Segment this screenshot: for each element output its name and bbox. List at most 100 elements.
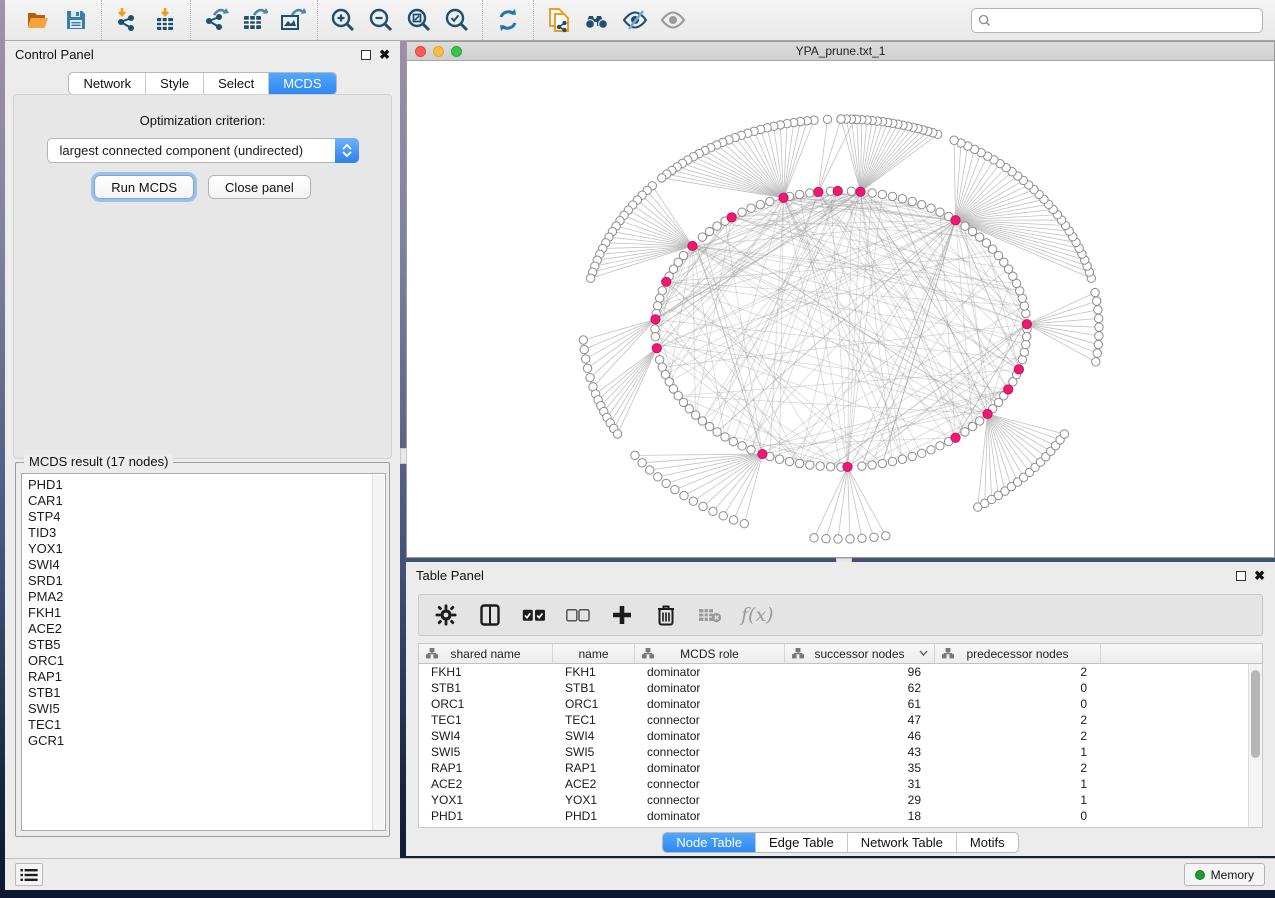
table-row[interactable]: TEC1TEC1connector472	[419, 712, 1262, 728]
add-icon[interactable]	[609, 602, 635, 628]
table-scrollbar[interactable]	[1248, 664, 1262, 828]
table-row[interactable]: ACE2ACE2connector311	[419, 776, 1262, 792]
tab-network-table[interactable]: Network Table	[847, 833, 956, 852]
open-file-icon[interactable]	[19, 4, 57, 36]
mcds-result-item[interactable]: RAP1	[28, 669, 385, 685]
memory-label: Memory	[1211, 868, 1254, 882]
criterion-dropdown[interactable]: largest connected component (undirected)	[47, 138, 359, 163]
mcds-result-item[interactable]: STP4	[28, 509, 385, 525]
table-cell: 2	[935, 761, 1101, 775]
table-cell: connector	[635, 713, 785, 727]
import-network-icon[interactable]	[108, 4, 146, 36]
table-row[interactable]: ORC1ORC1dominator610	[419, 696, 1262, 712]
close-panel-button[interactable]: Close panel	[208, 175, 311, 199]
first-neighbors-icon[interactable]	[578, 4, 616, 36]
run-mcds-button[interactable]: Run MCDS	[94, 175, 194, 199]
tab-motifs[interactable]: Motifs	[956, 833, 1018, 852]
mcds-result-item[interactable]: FKH1	[28, 605, 385, 621]
network-window-titlebar[interactable]: YPA_prune.txt_1	[407, 42, 1274, 61]
network-canvas[interactable]	[407, 61, 1274, 556]
table-row[interactable]: SWI4SWI4dominator462	[419, 728, 1262, 744]
show-all-icon[interactable]	[654, 4, 692, 36]
task-history-button[interactable]	[15, 863, 43, 886]
mcds-result-list[interactable]: PHD1CAR1STP4TID3YOX1SWI4SRD1PMA2FKH1ACE2…	[21, 473, 386, 831]
column-header-shared-name[interactable]: shared name	[419, 644, 553, 663]
split-view-icon[interactable]	[477, 602, 503, 628]
save-session-icon[interactable]	[57, 4, 95, 36]
memory-status-icon	[1195, 870, 1205, 880]
mcds-result-item[interactable]: STB1	[28, 685, 385, 701]
table-row[interactable]: SWI5SWI5connector431	[419, 744, 1262, 760]
clone-network-icon[interactable]	[540, 4, 578, 36]
column-header-MCDS-role[interactable]: MCDS role	[635, 644, 785, 663]
table-row[interactable]: FKH1FKH1dominator962	[419, 664, 1262, 680]
export-table-icon[interactable]	[235, 4, 273, 36]
tab-edge-table[interactable]: Edge Table	[755, 833, 847, 852]
import-table-icon[interactable]	[146, 4, 184, 36]
table-cell: ACE2	[553, 777, 635, 791]
close-panel-icon[interactable]: ✖	[379, 50, 390, 60]
tab-mcds[interactable]: MCDS	[268, 73, 335, 94]
mcds-result-item[interactable]: GCR1	[28, 733, 385, 749]
table-scrollbar-thumb[interactable]	[1251, 670, 1260, 758]
table-cell: YOX1	[419, 793, 553, 807]
table-row[interactable]: STB1STB1dominator620	[419, 680, 1262, 696]
float-panel-icon[interactable]	[361, 50, 371, 60]
export-image-icon[interactable]	[273, 4, 311, 36]
mcds-result-item[interactable]: PMA2	[28, 589, 385, 605]
export-network-icon[interactable]	[197, 4, 235, 36]
network-window: YPA_prune.txt_1	[406, 41, 1275, 558]
mcds-result-item[interactable]: PHD1	[28, 477, 385, 493]
mcds-result-item[interactable]: STB5	[28, 637, 385, 653]
dropdown-stepper-icon	[335, 138, 359, 163]
unselect-all-columns-icon[interactable]	[565, 602, 591, 628]
table-row[interactable]: YOX1YOX1connector291	[419, 792, 1262, 808]
network-graph[interactable]	[407, 61, 1274, 556]
hide-selected-icon[interactable]	[616, 4, 654, 36]
search-field-wrap	[971, 8, 1263, 33]
column-header-predecessor-nodes[interactable]: predecessor nodes	[935, 644, 1101, 663]
close-table-panel-icon[interactable]: ✖	[1254, 571, 1265, 581]
zoom-selected-icon[interactable]	[438, 4, 476, 36]
tab-select[interactable]: Select	[203, 73, 268, 94]
zoom-in-icon[interactable]	[324, 4, 362, 36]
function-builder-icon[interactable]: f(x)	[741, 604, 774, 626]
select-all-columns-icon[interactable]	[521, 602, 547, 628]
table-cell: SWI4	[419, 729, 553, 743]
float-table-panel-icon[interactable]	[1236, 571, 1246, 581]
zoom-fit-icon[interactable]	[400, 4, 438, 36]
mcds-list-scrollbar[interactable]	[372, 475, 384, 831]
mcds-result-item[interactable]: SRD1	[28, 573, 385, 589]
tab-node-table[interactable]: Node Table	[663, 833, 755, 852]
search-input[interactable]	[995, 13, 1256, 27]
refresh-icon[interactable]	[489, 4, 527, 36]
column-header-successor-nodes[interactable]: successor nodes	[785, 644, 935, 663]
mcds-result-item[interactable]: SWI4	[28, 557, 385, 573]
zoom-out-icon[interactable]	[362, 4, 400, 36]
delete-table-icon[interactable]	[697, 602, 723, 628]
mcds-result-item[interactable]: CAR1	[28, 493, 385, 509]
mcds-result-title: MCDS result (17 nodes)	[24, 454, 173, 469]
delete-icon[interactable]	[653, 602, 679, 628]
vertical-splitter-handle[interactable]	[400, 448, 407, 464]
mcds-result-item[interactable]: ACE2	[28, 621, 385, 637]
table-header-row: shared namenameMCDS rolesuccessor nodesp…	[419, 644, 1262, 664]
mcds-result-item[interactable]: YOX1	[28, 541, 385, 557]
table-cell: YOX1	[553, 793, 635, 807]
mcds-result-item[interactable]: TID3	[28, 525, 385, 541]
table-cell: 0	[935, 809, 1101, 823]
table-cell: 29	[785, 793, 935, 807]
column-header-name[interactable]: name	[553, 644, 635, 663]
tab-network[interactable]: Network	[69, 73, 145, 94]
mcds-result-item[interactable]: TEC1	[28, 717, 385, 733]
table-row[interactable]: RAP1RAP1dominator352	[419, 760, 1262, 776]
status-bar: Memory	[5, 858, 1275, 890]
mcds-result-item[interactable]: SWI5	[28, 701, 385, 717]
memory-button[interactable]: Memory	[1184, 863, 1265, 886]
table-row[interactable]: PHD1PHD1dominator180	[419, 808, 1262, 824]
table-cell: PHD1	[553, 809, 635, 823]
gear-icon[interactable]	[433, 602, 459, 628]
table-cell: 0	[935, 697, 1101, 711]
tab-style[interactable]: Style	[145, 73, 203, 94]
mcds-result-item[interactable]: ORC1	[28, 653, 385, 669]
